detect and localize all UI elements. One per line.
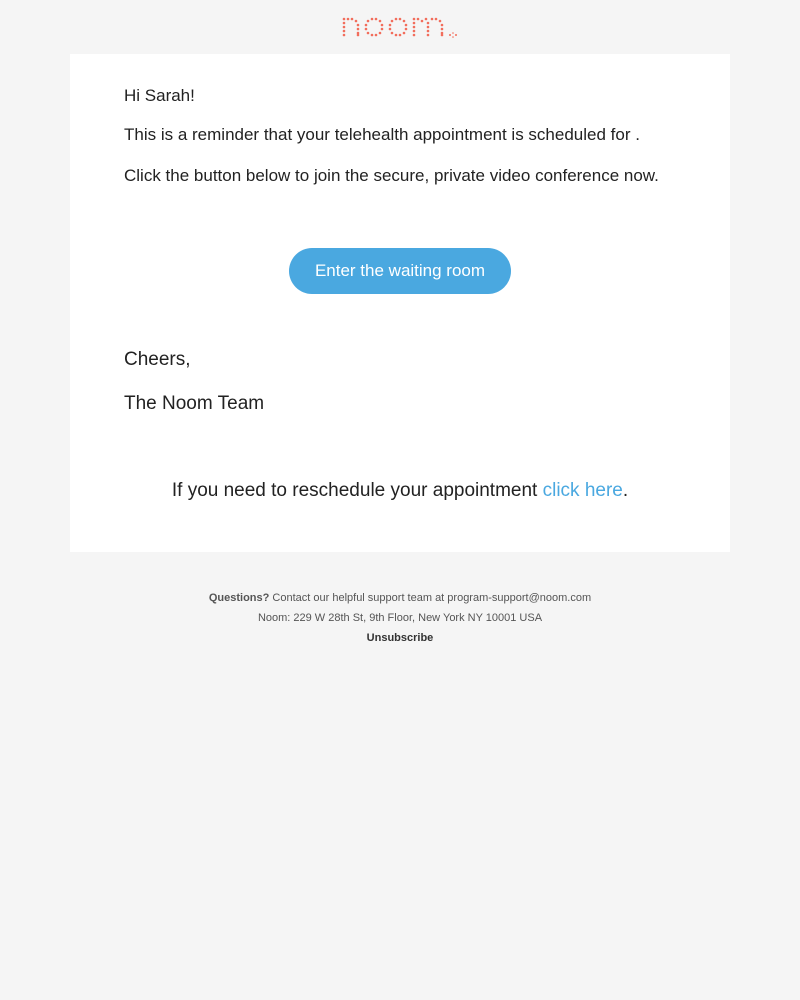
support-line: Questions? Contact our helpful support t… (20, 592, 780, 604)
unsubscribe-link[interactable]: Unsubscribe (367, 632, 434, 644)
signoff-text: Cheers, (124, 349, 676, 371)
reschedule-prefix: If you need to reschedule your appointme… (172, 480, 543, 501)
enter-waiting-room-button[interactable]: Enter the waiting room (289, 248, 511, 294)
instruction-text: Click the button below to join the secur… (124, 165, 676, 188)
email-footer: Questions? Contact our helpful support t… (0, 552, 800, 672)
reschedule-link[interactable]: click here (543, 480, 623, 501)
email-container: Hi Sarah! This is a reminder that your t… (0, 0, 800, 672)
reminder-text: This is a reminder that your telehealth … (124, 124, 676, 147)
logo-header (0, 10, 800, 54)
email-card: Hi Sarah! This is a reminder that your t… (70, 54, 730, 552)
greeting-text: Hi Sarah! (124, 86, 676, 106)
noom-logo-icon (340, 15, 460, 46)
questions-label: Questions? (209, 592, 270, 604)
team-signature: The Noom Team (124, 393, 676, 415)
support-text: Contact our helpful support team at prog… (269, 592, 591, 604)
address-text: Noom: 229 W 28th St, 9th Floor, New York… (20, 612, 780, 624)
reschedule-suffix: . (623, 480, 628, 501)
reschedule-line: If you need to reschedule your appointme… (124, 480, 676, 502)
cta-container: Enter the waiting room (124, 248, 676, 294)
